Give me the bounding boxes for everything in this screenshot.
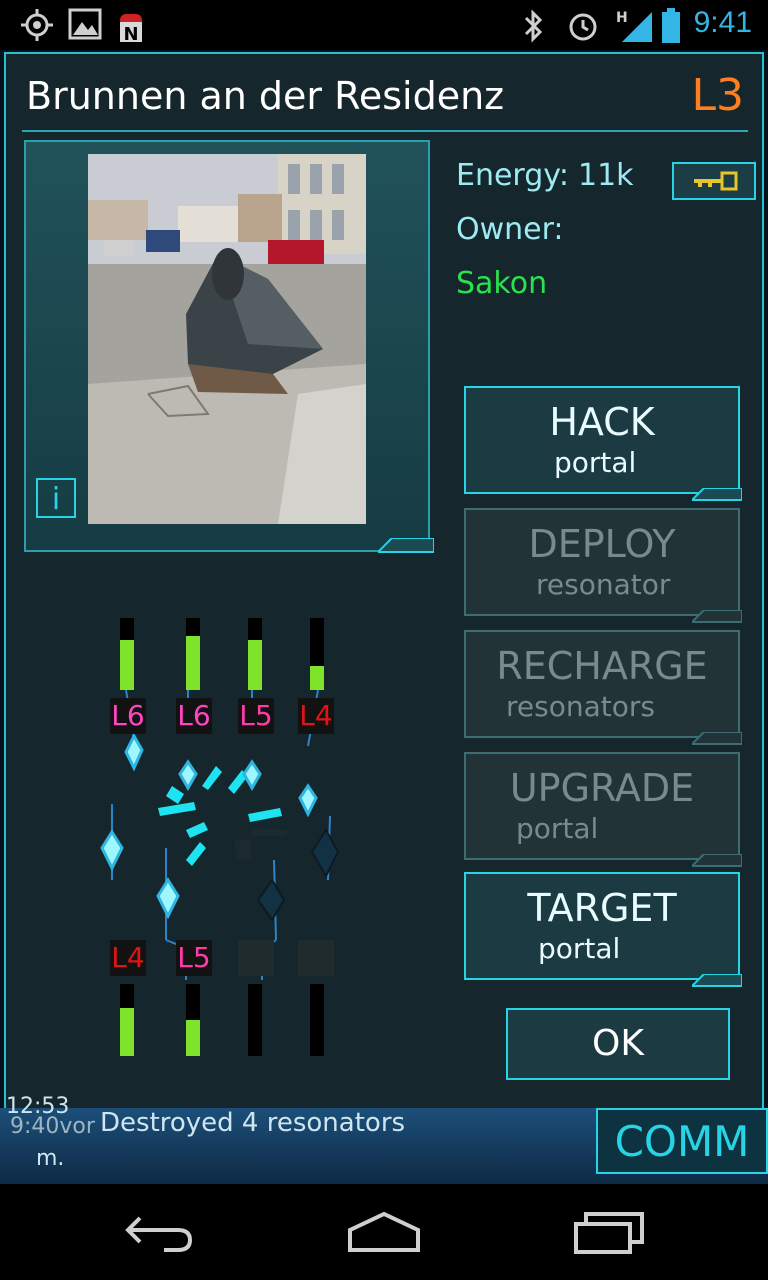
deploy-label: DEPLOY — [528, 522, 676, 566]
comm-message: Destroyed 4 resonators — [100, 1108, 406, 1138]
owner-name[interactable]: Sakon — [456, 266, 547, 301]
svg-text:H: H — [616, 10, 628, 26]
alarm-icon — [569, 13, 597, 41]
portal-title: Brunnen an der Residenz — [26, 74, 505, 118]
image-icon — [68, 8, 102, 40]
nav-bar — [0, 1184, 768, 1280]
key-icon — [694, 171, 738, 191]
resonator-level-label[interactable]: L6 — [110, 698, 146, 734]
button-corner-decoration — [692, 488, 742, 501]
energy-label: Energy: — [456, 158, 569, 193]
resonator-level-label[interactable]: L4 — [110, 940, 146, 976]
recharge-resonators-button[interactable]: RECHARGE resonators — [464, 630, 742, 745]
resonator-energy-bar — [186, 984, 200, 1056]
resonator-energy-fill — [120, 1007, 134, 1056]
deploy-sublabel: resonator — [536, 568, 671, 601]
button-corner-decoration — [692, 610, 742, 623]
resonator-display: L6 L6 L5 L4 L4 L5 — [26, 560, 446, 1056]
recharge-sublabel: resonators — [506, 690, 655, 723]
android-n-icon: N — [120, 14, 142, 44]
resonator-level-label[interactable]: L5 — [238, 698, 274, 734]
battery-icon — [662, 8, 680, 43]
resonator-energy-fill — [248, 639, 262, 690]
energy-value: 11k — [578, 158, 634, 193]
resonator-level-label[interactable]: L5 — [176, 940, 212, 976]
target-sublabel: portal — [538, 932, 621, 965]
svg-text:N: N — [123, 24, 138, 44]
hack-label: HACK — [549, 400, 655, 444]
status-bar: N H 9:41 — [0, 0, 768, 50]
resonator-level-label[interactable]: L6 — [176, 698, 212, 734]
recharge-label: RECHARGE — [496, 644, 708, 688]
resonator-energy-fill — [186, 636, 200, 690]
info-button[interactable]: i — [36, 478, 76, 518]
signal-h-icon: H — [616, 10, 652, 42]
back-icon[interactable] — [124, 1206, 196, 1256]
resonator-energy-fill — [310, 666, 324, 690]
portal-dialog: Brunnen an der Residenz L3 i Energy: 11k… — [4, 52, 764, 1110]
hack-sublabel: portal — [554, 446, 637, 479]
comm-time: 9:40vor — [10, 1114, 95, 1139]
empty-resonator-slot[interactable] — [238, 940, 274, 976]
resonator-energy-bar — [248, 984, 262, 1056]
deploy-resonator-button[interactable]: DEPLOY resonator — [464, 508, 742, 623]
resonator-level-label[interactable]: L4 — [298, 698, 334, 734]
owner-label: Owner: — [456, 212, 564, 247]
recent-apps-icon[interactable] — [572, 1206, 648, 1256]
clock-time: 9:41 — [693, 6, 752, 39]
portal-photo[interactable] — [88, 154, 366, 524]
resonator-energy-bar — [248, 618, 262, 690]
title-divider — [22, 130, 748, 132]
portal-key-button[interactable] — [672, 162, 756, 200]
button-corner-decoration — [692, 732, 742, 745]
resonator-energy-bar — [120, 984, 134, 1056]
button-corner-decoration — [692, 974, 742, 987]
resonator-links — [100, 689, 340, 980]
portal-photo-frame: i — [24, 140, 430, 552]
target-label: TARGET — [527, 886, 677, 930]
comm-time-suffix: m. — [36, 1146, 65, 1171]
hack-portal-button[interactable]: HACK portal — [464, 386, 742, 501]
button-corner-decoration — [692, 854, 742, 867]
resonator-energy-bar — [310, 618, 324, 690]
portal-level: L3 — [691, 70, 744, 121]
home-icon[interactable] — [344, 1206, 424, 1256]
frame-corner-decoration — [378, 538, 434, 553]
resonator-energy-bar — [120, 618, 134, 690]
target-portal-button[interactable]: TARGET portal — [464, 872, 742, 987]
gps-icon — [21, 9, 53, 41]
resonator-energy-bar — [186, 618, 200, 690]
upgrade-label: UPGRADE — [509, 766, 695, 810]
upgrade-portal-button[interactable]: UPGRADE portal — [464, 752, 742, 867]
empty-resonator-slot[interactable] — [298, 940, 334, 976]
comm-tab[interactable]: COMM — [596, 1108, 768, 1174]
bluetooth-icon — [524, 9, 543, 43]
upgrade-sublabel: portal — [516, 812, 599, 845]
resonator-energy-bar — [310, 984, 324, 1056]
resonator-energy-fill — [120, 639, 134, 690]
resonator-energy-fill — [186, 1020, 200, 1056]
ok-button[interactable]: OK — [506, 1008, 730, 1080]
